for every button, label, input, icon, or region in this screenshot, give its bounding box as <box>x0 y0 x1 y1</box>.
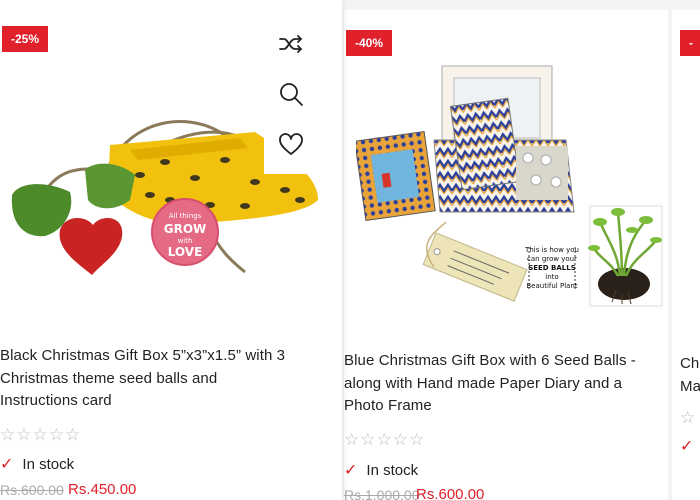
title-line[interactable]: Black Christmas Gift Box 5”x3”x1.5” with… <box>0 345 338 368</box>
title-line[interactable]: Instructions card <box>0 390 338 413</box>
stock-status: ✓ In stock <box>344 460 418 480</box>
title-line[interactable]: Ch <box>680 353 700 376</box>
tag-text-line: All things <box>169 212 202 220</box>
check-icon: ✓ <box>344 462 358 479</box>
heart-icon[interactable] <box>277 130 305 158</box>
sale-price: Rs.450.00 <box>68 481 137 498</box>
product-title[interactable]: Ch Ma <box>680 353 700 398</box>
image-caption-line: can grow your <box>527 255 577 263</box>
tag-text-line: with <box>178 237 193 245</box>
rating-stars: ☆ <box>680 408 697 427</box>
check-icon: ✓ <box>0 456 14 473</box>
title-line[interactable]: Christmas theme seed balls and <box>0 368 338 391</box>
discount-badge: -40% <box>346 30 393 56</box>
title-line[interactable]: Ma <box>680 376 700 399</box>
stock-status: ✓ <box>680 436 700 456</box>
stock-label: In stock <box>366 462 419 479</box>
shuffle-icon[interactable] <box>277 30 305 58</box>
sale-price: Rs.600.00 <box>416 486 485 500</box>
title-line[interactable]: Photo Frame <box>344 395 674 418</box>
title-line[interactable]: Blue Christmas Gift Box with 6 Seed Ball… <box>344 350 674 373</box>
tag-text-line: LOVE <box>168 245 203 259</box>
title-line[interactable]: along with Hand made Paper Diary and a <box>344 373 674 396</box>
product-title[interactable]: Blue Christmas Gift Box with 6 Seed Ball… <box>344 350 674 418</box>
stock-status: ✓ In stock <box>0 454 74 474</box>
check-icon: ✓ <box>680 438 694 455</box>
stock-label: In stock <box>22 456 75 473</box>
product-card[interactable]: - Ch Ma ☆ ✓ <box>672 10 700 500</box>
image-caption-line: This is how you <box>524 246 579 254</box>
discount-badge: - <box>680 30 700 56</box>
rating-stars: ☆☆☆☆☆ <box>344 430 426 449</box>
image-caption-line: into <box>545 273 558 281</box>
old-price: Rs.1,000.00 <box>344 487 420 500</box>
quick-actions <box>264 22 318 174</box>
product-title[interactable]: Black Christmas Gift Box 5”x3”x1.5” with… <box>0 345 338 413</box>
old-price: Rs.600.00 <box>0 482 64 498</box>
image-caption-line: SEED BALLS <box>528 264 576 272</box>
rating-stars: ☆☆☆☆☆ <box>0 425 82 444</box>
image-caption-line: Beautiful Plant <box>526 282 577 290</box>
product-image[interactable]: This is how you can grow your SEED BALLS… <box>356 62 666 332</box>
product-card[interactable]: -25% All things GROW with LOVE Black Chr… <box>0 0 342 500</box>
discount-badge: -25% <box>2 26 49 52</box>
product-card[interactable]: -40% This is how you can grow your SEED … <box>344 10 668 500</box>
search-icon[interactable] <box>277 80 305 108</box>
tag-text-line: GROW <box>164 222 207 236</box>
